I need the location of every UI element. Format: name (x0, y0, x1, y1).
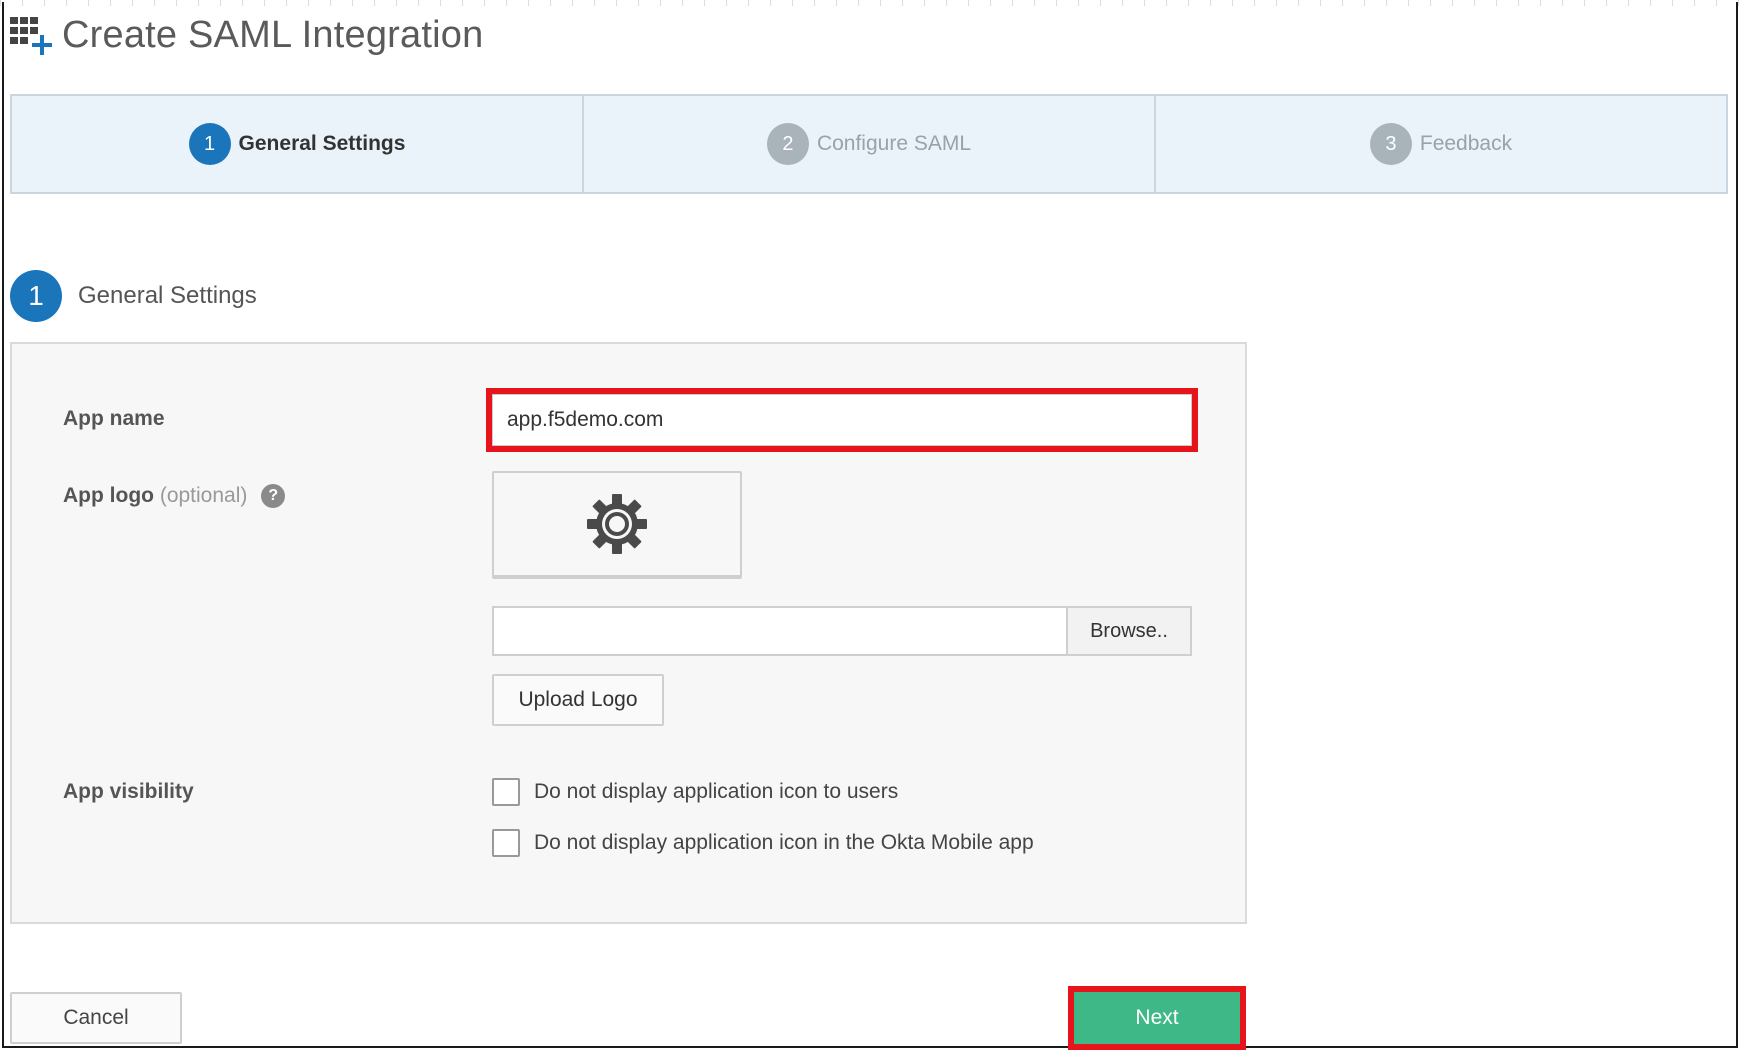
checkbox-label: Do not display application icon in the O… (534, 831, 1034, 854)
step-configure-saml[interactable]: 2 Configure SAML (584, 96, 1156, 192)
wizard-steps: 1 General Settings 2 Configure SAML 3 Fe… (10, 94, 1728, 194)
app-logo-label: App logo (optional) ? (63, 484, 286, 508)
help-icon[interactable]: ? (261, 484, 286, 508)
step-label: General Settings (238, 132, 406, 155)
section-title: General Settings (78, 282, 257, 309)
app-name-input[interactable] (492, 394, 1192, 446)
step-number: 3 (1369, 123, 1412, 165)
app-logo-label-text: App logo (63, 484, 154, 507)
browse-button[interactable]: Browse.. (1066, 606, 1192, 656)
cancel-button[interactable]: Cancel (10, 992, 182, 1044)
step-label: Configure SAML (816, 132, 972, 155)
logo-file-row: Browse.. (492, 606, 1192, 656)
app-grid-plus-icon (8, 13, 52, 57)
next-button[interactable]: Next (1074, 992, 1240, 1044)
app-name-highlight (486, 388, 1198, 452)
page-header: Create SAML Integration (8, 10, 483, 60)
app-name-label: App name (63, 407, 165, 430)
step-general-settings[interactable]: 1 General Settings (12, 96, 584, 192)
step-number: 2 (766, 123, 809, 165)
visibility-option-hide-mobile: Do not display application icon in the O… (492, 829, 1034, 857)
next-button-highlight: Next (1068, 986, 1246, 1050)
upload-logo-button[interactable]: Upload Logo (492, 674, 664, 726)
visibility-option-hide-users: Do not display application icon to users (492, 778, 898, 806)
step-label: Feedback (1419, 132, 1513, 155)
hide-icon-users-checkbox[interactable] (492, 778, 520, 806)
section-heading: 1 General Settings (10, 270, 257, 322)
step-feedback[interactable]: 3 Feedback (1156, 96, 1726, 192)
app-visibility-label: App visibility (63, 780, 194, 803)
checkbox-label: Do not display application icon to users (534, 780, 899, 803)
section-number-badge: 1 (10, 270, 62, 322)
page-frame: Create SAML Integration 1 General Settin… (0, 0, 1742, 1050)
page-title: Create SAML Integration (62, 13, 484, 56)
optional-note: (optional) (159, 484, 248, 507)
gear-icon (587, 494, 647, 554)
step-number: 1 (188, 123, 231, 165)
hide-icon-mobile-checkbox[interactable] (492, 829, 520, 857)
logo-file-path-field[interactable] (492, 606, 1066, 656)
app-logo-preview (492, 471, 742, 579)
top-ruler (0, 0, 1742, 6)
